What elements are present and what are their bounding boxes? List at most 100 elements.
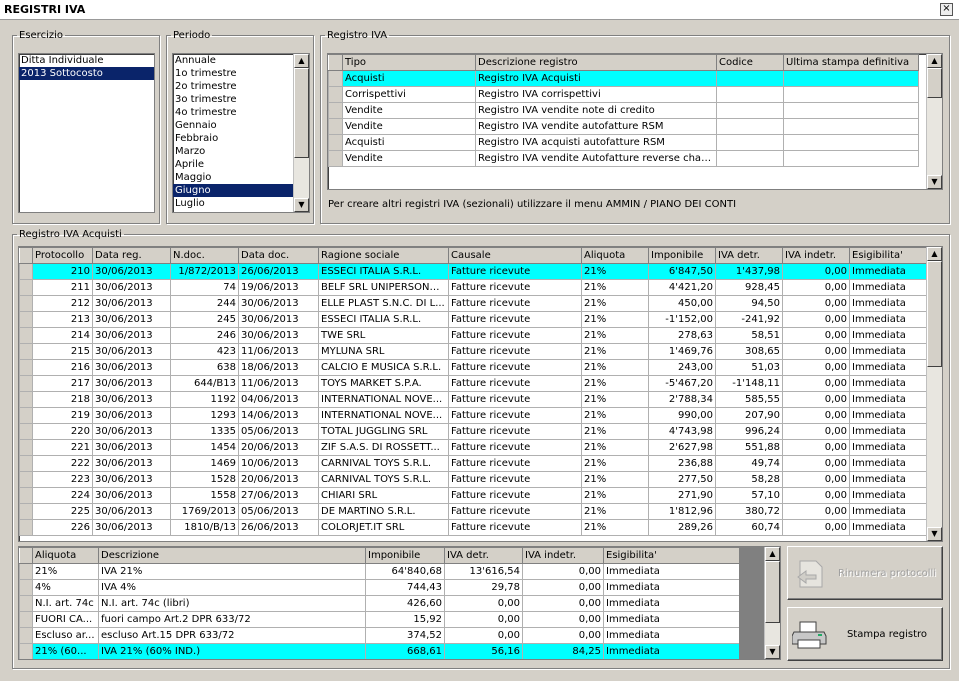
periodo-item[interactable]: Gennaio bbox=[173, 119, 293, 132]
riepilogo-column-header[interactable]: IVA indetr. bbox=[522, 547, 604, 564]
row-selector[interactable] bbox=[328, 118, 343, 135]
registro-row[interactable]: Vendite Registro IVA vendite autofatture … bbox=[328, 118, 919, 135]
acquisti-row[interactable]: 215 30/06/2013 423 11/06/2013 MYLUNA SRL Fatt… bbox=[19, 343, 928, 360]
riepilogo-grid[interactable]: Aliquota Descrizione Imponibile IVA detr. IV… bbox=[18, 546, 781, 660]
registro-column-header[interactable]: Ultima stampa definitiva bbox=[783, 54, 919, 71]
row-selector[interactable] bbox=[19, 519, 33, 536]
riepilogo-scrollbar[interactable]: ▲ ▼ bbox=[764, 547, 780, 659]
registro-column-header[interactable]: Codice bbox=[716, 54, 784, 71]
riepilogo-row[interactable]: 21% (60... IVA 21% (60% IND.) 668,61 56,16 8… bbox=[19, 643, 740, 659]
riepilogo-column-header[interactable]: Esigibilita' bbox=[603, 547, 740, 564]
riepilogo-row[interactable]: FUORI CA... fuori campo Art.2 DPR 633/72 1… bbox=[19, 611, 740, 628]
row-selector[interactable] bbox=[19, 579, 33, 596]
scroll-down-icon[interactable]: ▼ bbox=[294, 198, 309, 212]
riepilogo-column-header[interactable]: Descrizione bbox=[98, 547, 366, 564]
acquisti-column-header[interactable]: Causale bbox=[448, 247, 582, 264]
close-icon[interactable]: × bbox=[940, 3, 953, 16]
row-selector[interactable] bbox=[19, 327, 33, 344]
registro-row[interactable]: Vendite Registro IVA vendite note di cred… bbox=[328, 102, 919, 119]
periodo-item[interactable]: Annuale bbox=[173, 54, 293, 67]
periodo-item[interactable]: Marzo bbox=[173, 145, 293, 158]
acquisti-row[interactable]: 214 30/06/2013 246 30/06/2013 TWE SRL Fatture… bbox=[19, 327, 928, 344]
riepilogo-column-header[interactable]: IVA detr. bbox=[444, 547, 523, 564]
scroll-up-icon[interactable]: ▲ bbox=[294, 54, 309, 68]
registro-column-header[interactable]: Descrizione registro bbox=[475, 54, 717, 71]
periodo-item[interactable]: 1o trimestre bbox=[173, 67, 293, 80]
scroll-thumb[interactable] bbox=[294, 68, 309, 158]
row-selector[interactable] bbox=[19, 471, 33, 488]
esercizio-item-selected[interactable]: 2013 Sottocosto bbox=[19, 67, 154, 80]
rinumera-protocolli-button[interactable]: Rinumera protocolli bbox=[787, 546, 943, 600]
row-selector[interactable] bbox=[328, 102, 343, 119]
registro-row[interactable]: Acquisti Registro IVA Acquisti bbox=[328, 70, 919, 87]
registro-column-header[interactable]: Tipo bbox=[342, 54, 476, 71]
acquisti-row[interactable]: 217 30/06/2013 644/B13 11/06/2013 TOYS MARKE… bbox=[19, 375, 928, 392]
periodo-item[interactable]: Aprile bbox=[173, 158, 293, 171]
periodo-item[interactable]: Giugno bbox=[173, 184, 293, 197]
row-selector[interactable] bbox=[328, 70, 343, 87]
periodo-item[interactable]: Luglio bbox=[173, 197, 293, 210]
registro-iva-grid[interactable]: Tipo Descrizione registro Codice Ultima sta… bbox=[327, 53, 943, 190]
row-selector[interactable] bbox=[19, 407, 33, 424]
acquisti-column-header[interactable]: IVA indetr. bbox=[782, 247, 850, 264]
periodo-list[interactable]: Annuale 1o trimestre 2o trimestre 3o trimes… bbox=[172, 53, 310, 213]
riepilogo-column-header[interactable]: Imponibile bbox=[365, 547, 445, 564]
scroll-down-icon[interactable]: ▼ bbox=[765, 645, 780, 659]
row-selector[interactable] bbox=[328, 150, 343, 167]
esercizio-item[interactable]: Ditta Individuale bbox=[19, 54, 154, 67]
acquisti-column-header[interactable]: Ragione sociale bbox=[318, 247, 449, 264]
acquisti-row[interactable]: 222 30/06/2013 1469 10/06/2013 CARNIVAL TOYS… bbox=[19, 455, 928, 472]
acquisti-column-header[interactable]: N.doc. bbox=[170, 247, 239, 264]
registro-row[interactable]: Acquisti Registro IVA acquisti autofattur… bbox=[328, 134, 919, 151]
scroll-down-icon[interactable]: ▼ bbox=[927, 527, 942, 541]
acquisti-row[interactable]: 218 30/06/2013 1192 04/06/2013 INTERNATIONAL… bbox=[19, 391, 928, 408]
periodo-scrollbar[interactable]: ▲ ▼ bbox=[293, 54, 309, 212]
acquisti-row[interactable]: 225 30/06/2013 1769/2013 05/06/2013 DE MARTI… bbox=[19, 503, 928, 520]
riepilogo-row[interactable]: 4% IVA 4% 744,43 29,78 0,00 Immediata bbox=[19, 579, 740, 596]
registro-row[interactable]: Vendite Registro IVA vendite Autofatture … bbox=[328, 150, 919, 167]
acquisti-row[interactable]: 224 30/06/2013 1558 27/06/2013 CHIARI SRL Fat… bbox=[19, 487, 928, 504]
row-selector[interactable] bbox=[19, 487, 33, 504]
scroll-thumb[interactable] bbox=[765, 561, 780, 623]
acquisti-row[interactable]: 223 30/06/2013 1528 20/06/2013 CARNIVAL TOYS… bbox=[19, 471, 928, 488]
row-selector[interactable] bbox=[19, 643, 33, 659]
acquisti-column-header[interactable]: Protocollo bbox=[32, 247, 93, 264]
row-selector[interactable] bbox=[328, 134, 343, 151]
row-selector[interactable] bbox=[19, 295, 33, 312]
stampa-registro-button[interactable]: Stampa registro bbox=[787, 607, 943, 661]
row-selector[interactable] bbox=[19, 423, 33, 440]
acquisti-row[interactable]: 226 30/06/2013 1810/B/13 26/06/2013 COLORJET… bbox=[19, 519, 928, 536]
scroll-thumb[interactable] bbox=[927, 261, 942, 367]
acquisti-row[interactable]: 211 30/06/2013 74 19/06/2013 BELF SRL UNIPER… bbox=[19, 279, 928, 296]
acquisti-grid[interactable]: Protocollo Data reg. N.doc. Data doc. Ragion… bbox=[18, 246, 943, 542]
riepilogo-row[interactable]: N.I. art. 74c N.I. art. 74c (libri) 426,60… bbox=[19, 595, 740, 612]
row-selector[interactable] bbox=[19, 563, 33, 580]
row-selector[interactable] bbox=[328, 86, 343, 103]
acquisti-row[interactable]: 212 30/06/2013 244 30/06/2013 ELLE PLAST S.N… bbox=[19, 295, 928, 312]
registro-iva-scrollbar[interactable]: ▲ ▼ bbox=[926, 54, 942, 189]
periodo-item[interactable]: Febbraio bbox=[173, 132, 293, 145]
scroll-thumb[interactable] bbox=[927, 68, 942, 98]
acquisti-row[interactable]: 219 30/06/2013 1293 14/06/2013 INTERNATIONAL… bbox=[19, 407, 928, 424]
row-selector[interactable] bbox=[19, 455, 33, 472]
row-selector[interactable] bbox=[19, 503, 33, 520]
riepilogo-column-header[interactable]: Aliquota bbox=[32, 547, 99, 564]
scroll-up-icon[interactable]: ▲ bbox=[927, 247, 942, 261]
acquisti-column-header[interactable]: Aliquota bbox=[581, 247, 649, 264]
row-selector[interactable] bbox=[19, 263, 33, 280]
riepilogo-row[interactable]: 21% IVA 21% 64'840,68 13'616,54 0,00 Immediat… bbox=[19, 563, 740, 580]
row-selector[interactable] bbox=[19, 311, 33, 328]
acquisti-scrollbar[interactable]: ▲ ▼ bbox=[926, 247, 942, 541]
acquisti-column-header[interactable]: Esigibilita' bbox=[849, 247, 928, 264]
row-selector[interactable] bbox=[19, 375, 33, 392]
row-selector[interactable] bbox=[19, 439, 33, 456]
periodo-item[interactable]: 4o trimestre bbox=[173, 106, 293, 119]
row-selector[interactable] bbox=[19, 611, 33, 628]
acquisti-column-header[interactable]: Data doc. bbox=[238, 247, 319, 264]
riepilogo-row[interactable]: Escluso ar... escluso Art.15 DPR 633/72 37… bbox=[19, 627, 740, 644]
acquisti-column-header[interactable]: Data reg. bbox=[92, 247, 171, 264]
acquisti-row[interactable]: 216 30/06/2013 638 18/06/2013 CALCIO E MUSIC… bbox=[19, 359, 928, 376]
row-selector[interactable] bbox=[19, 595, 33, 612]
scroll-up-icon[interactable]: ▲ bbox=[927, 54, 942, 68]
acquisti-row[interactable]: 213 30/06/2013 245 30/06/2013 ESSECI ITALIA … bbox=[19, 311, 928, 328]
